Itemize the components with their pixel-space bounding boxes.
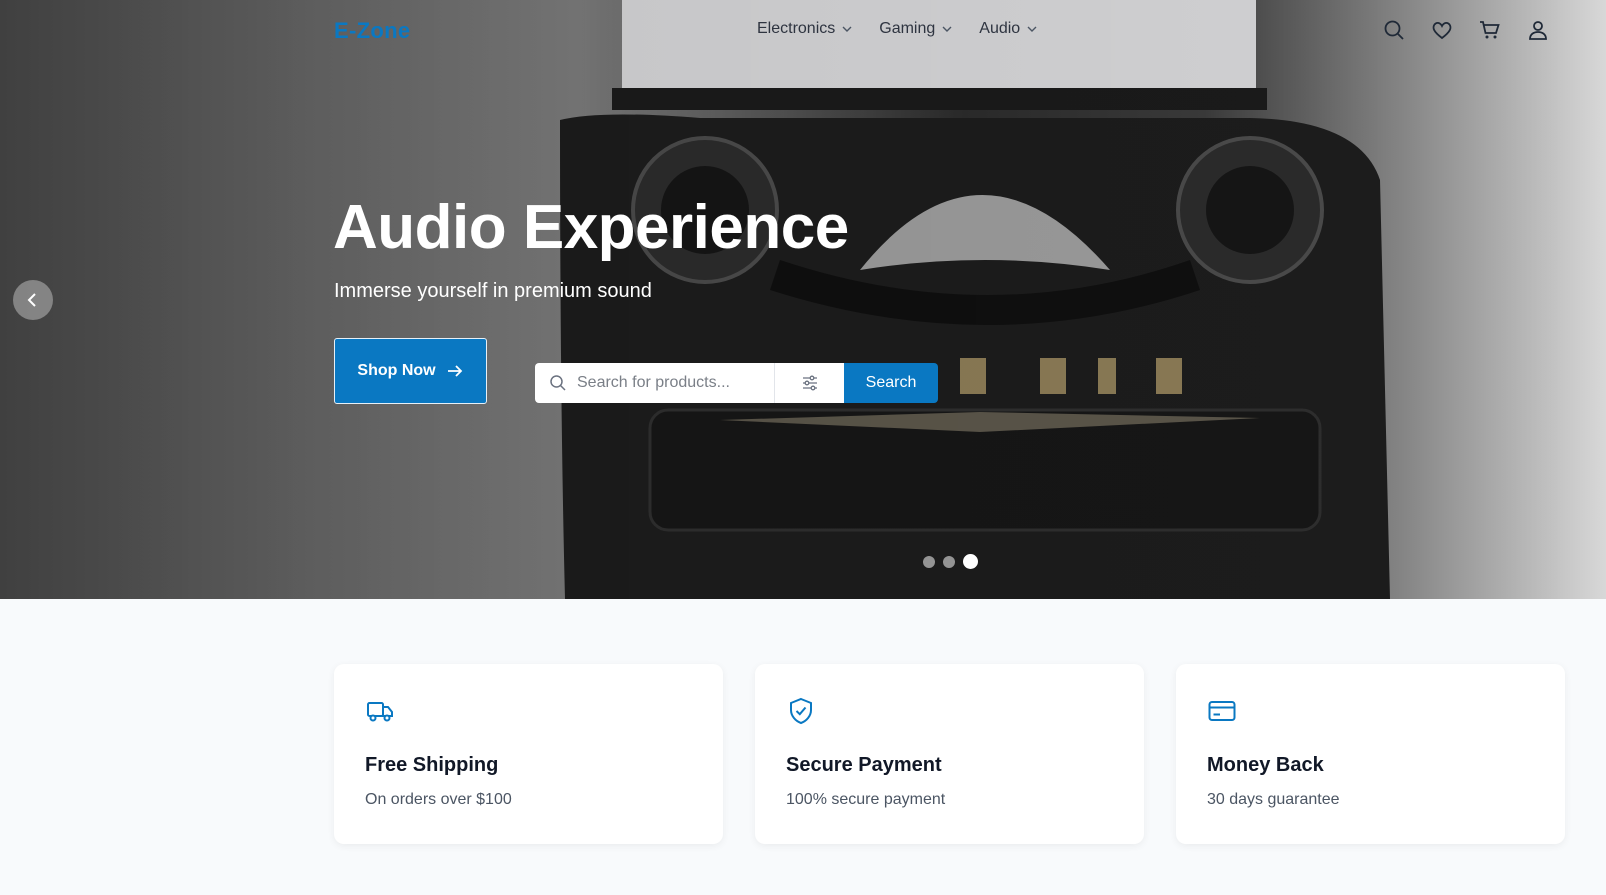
nav-item-label: Gaming xyxy=(879,20,936,37)
chevron-down-icon xyxy=(842,26,852,32)
shop-now-label: Shop Now xyxy=(357,362,436,379)
features-section: Free Shipping On orders over $100 Secure… xyxy=(334,664,1565,844)
hero-title: Audio Experience xyxy=(333,193,849,262)
search-field-wrapper xyxy=(535,363,774,403)
nav-actions xyxy=(1382,18,1550,42)
feature-text: 30 days guarantee xyxy=(1207,791,1340,808)
credit-card-icon xyxy=(1208,701,1236,721)
hero-overlay xyxy=(0,0,1606,599)
nav-item-label: Electronics xyxy=(757,20,836,37)
feature-card-money-back: Money Back 30 days guarantee xyxy=(1176,664,1565,844)
nav-item-electronics[interactable]: Electronics xyxy=(757,20,853,38)
filter-button[interactable] xyxy=(774,363,844,403)
feature-title: Money Back xyxy=(1207,754,1324,776)
product-search-bar: Search xyxy=(535,363,938,403)
shield-check-icon xyxy=(790,697,812,725)
carousel-dot-active[interactable] xyxy=(963,554,978,569)
top-navigation: E-Zone Electronics Gaming Audio xyxy=(0,0,1606,64)
shop-now-button[interactable]: Shop Now xyxy=(334,338,487,404)
nav-item-gaming[interactable]: Gaming xyxy=(879,20,953,38)
chevron-down-icon xyxy=(1027,26,1037,32)
nav-item-label: Audio xyxy=(979,20,1021,37)
feature-title: Secure Payment xyxy=(786,754,942,776)
feature-title: Free Shipping xyxy=(365,754,499,776)
cart-icon[interactable] xyxy=(1478,18,1502,42)
nav-menu: Electronics Gaming Audio xyxy=(757,20,1038,38)
carousel-indicators xyxy=(923,554,978,569)
truck-icon xyxy=(367,702,393,722)
search-input[interactable] xyxy=(577,374,757,392)
search-icon[interactable] xyxy=(1382,18,1406,42)
hero-banner: E-Zone Electronics Gaming Audio Audio Ex… xyxy=(0,0,1606,599)
chevron-left-icon xyxy=(27,293,36,307)
logo[interactable]: E-Zone xyxy=(334,18,410,44)
feature-card-shipping: Free Shipping On orders over $100 xyxy=(334,664,723,844)
chevron-down-icon xyxy=(942,26,952,32)
feature-card-payment: Secure Payment 100% secure payment xyxy=(755,664,1144,844)
feature-text: On orders over $100 xyxy=(365,791,512,808)
arrow-right-icon xyxy=(447,365,462,377)
search-icon xyxy=(550,375,566,391)
feature-text: 100% secure payment xyxy=(786,791,946,808)
carousel-prev-button[interactable] xyxy=(13,280,53,320)
carousel-dot[interactable] xyxy=(943,555,955,568)
search-button[interactable]: Search xyxy=(844,363,938,403)
user-icon[interactable] xyxy=(1526,18,1550,42)
heart-icon[interactable] xyxy=(1430,18,1454,42)
sliders-icon xyxy=(802,375,817,391)
hero-subtitle: Immerse yourself in premium sound xyxy=(334,280,652,302)
carousel-dot[interactable] xyxy=(923,555,935,568)
nav-item-audio[interactable]: Audio xyxy=(979,20,1038,38)
